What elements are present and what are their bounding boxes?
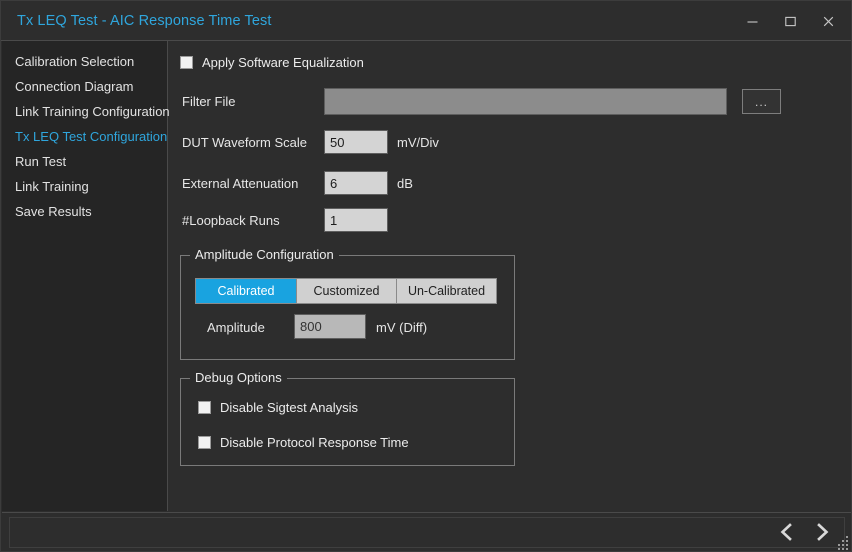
back-button[interactable]	[774, 519, 798, 545]
apply-software-equalization-checkbox[interactable]	[180, 56, 193, 69]
debug-options-legend: Debug Options	[190, 370, 287, 385]
filter-file-browse-button[interactable]: ...	[742, 89, 781, 114]
filter-file-input[interactable]	[324, 88, 727, 115]
amplitude-configuration-group: Amplitude Configuration Calibrated Custo…	[180, 255, 515, 360]
maximize-button[interactable]	[771, 5, 809, 37]
sidebar-item-link-training[interactable]: Link Training	[2, 174, 167, 199]
sidebar-item-calibration-selection[interactable]: Calibration Selection	[2, 49, 167, 74]
disable-sigtest-analysis-label: Disable Sigtest Analysis	[220, 400, 358, 415]
maximize-icon	[784, 15, 797, 28]
footer-bar	[2, 512, 852, 552]
debug-options-group: Debug Options Disable Sigtest Analysis D…	[180, 378, 515, 466]
apply-software-equalization-label: Apply Software Equalization	[202, 55, 364, 70]
amplitude-label: Amplitude	[207, 320, 265, 335]
footer-panel	[9, 517, 845, 548]
content-area: Calibration Selection Connection Diagram…	[2, 41, 852, 511]
sidebar-item-connection-diagram[interactable]: Connection Diagram	[2, 74, 167, 99]
sidebar-item-save-results[interactable]: Save Results	[2, 199, 167, 224]
amplitude-unit: mV (Diff)	[376, 320, 427, 335]
window-title: Tx LEQ Test - AIC Response Time Test	[17, 13, 272, 29]
disable-sigtest-analysis-row[interactable]: Disable Sigtest Analysis	[198, 400, 358, 415]
sidebar-item-run-test[interactable]: Run Test	[2, 149, 167, 174]
chevron-left-icon	[778, 522, 795, 542]
wizard-navigation	[774, 519, 834, 545]
sidebar-item-link-training-configuration[interactable]: Link Training Configuration	[2, 99, 167, 124]
external-attenuation-input[interactable]	[324, 171, 388, 195]
external-attenuation-unit: dB	[397, 176, 413, 191]
disable-protocol-response-time-label: Disable Protocol Response Time	[220, 435, 409, 450]
configuration-panel: Apply Software Equalization Filter File …	[169, 41, 852, 511]
loopback-runs-label: #Loopback Runs	[182, 213, 280, 228]
window-controls	[733, 1, 847, 41]
chevron-right-icon	[814, 522, 831, 542]
resize-grip[interactable]	[836, 536, 849, 549]
sidebar-item-tx-leq-test-configuration[interactable]: Tx LEQ Test Configuration	[2, 124, 167, 149]
application-window: Tx LEQ Test - AIC Response Time Test	[0, 0, 852, 552]
dut-waveform-scale-input[interactable]	[324, 130, 388, 154]
minimize-button[interactable]	[733, 5, 771, 37]
disable-sigtest-analysis-checkbox[interactable]	[198, 401, 211, 414]
filter-file-label: Filter File	[182, 94, 235, 109]
amplitude-mode-customized[interactable]: Customized	[297, 279, 397, 303]
apply-software-equalization-row[interactable]: Apply Software Equalization	[180, 55, 364, 70]
amplitude-mode-un-calibrated[interactable]: Un-Calibrated	[397, 279, 496, 303]
disable-protocol-response-time-checkbox[interactable]	[198, 436, 211, 449]
close-icon	[822, 15, 835, 28]
title-bar: Tx LEQ Test - AIC Response Time Test	[1, 1, 852, 41]
amplitude-configuration-legend: Amplitude Configuration	[190, 247, 339, 262]
close-button[interactable]	[809, 5, 847, 37]
dut-waveform-scale-unit: mV/Div	[397, 135, 439, 150]
sidebar-navigation: Calibration Selection Connection Diagram…	[2, 41, 168, 511]
disable-protocol-response-time-row[interactable]: Disable Protocol Response Time	[198, 435, 409, 450]
next-button[interactable]	[810, 519, 834, 545]
loopback-runs-input[interactable]	[324, 208, 388, 232]
amplitude-input[interactable]	[294, 314, 366, 339]
external-attenuation-label: External Attenuation	[182, 176, 298, 191]
amplitude-mode-calibrated[interactable]: Calibrated	[196, 279, 297, 303]
minimize-icon	[746, 15, 759, 28]
dut-waveform-scale-label: DUT Waveform Scale	[182, 135, 307, 150]
amplitude-mode-selector: Calibrated Customized Un-Calibrated	[195, 278, 497, 304]
